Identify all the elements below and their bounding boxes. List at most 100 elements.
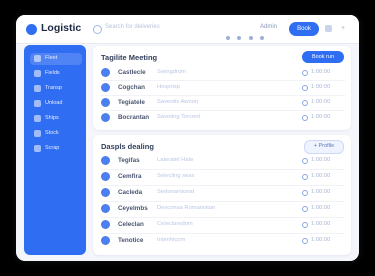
clock-icon — [302, 190, 308, 196]
avatar-icon — [101, 98, 110, 107]
dot-4[interactable] — [260, 36, 265, 40]
row-name: Bocrantan — [118, 114, 150, 121]
clock-icon — [302, 85, 308, 91]
scrap-icon — [34, 145, 41, 152]
sidebar-item-label: Unload — [45, 100, 63, 106]
row-name: Tegifas — [118, 157, 140, 164]
app-window: Logistic Search for deliveries Admin Boo… — [16, 15, 359, 261]
clock-icon — [302, 174, 308, 180]
row-desc: Savoting Torcent — [157, 114, 201, 120]
app-name: Logistic — [41, 22, 82, 34]
dot-3[interactable] — [248, 36, 253, 40]
avatar-icon — [101, 83, 110, 92]
settings-icon[interactable] — [325, 25, 332, 32]
row-desc: Intenhicom — [157, 237, 186, 243]
row-time: 1:00:00 — [311, 99, 331, 105]
clock-icon — [302, 115, 308, 121]
table-row[interactable]: Tegifas Lateratel Hate 1:00:00 — [101, 154, 345, 168]
row-time: 1:00:00 — [311, 189, 331, 195]
search-input[interactable]: Search for deliveries — [105, 24, 160, 30]
clock-icon — [302, 70, 308, 76]
stock-icon — [34, 130, 41, 137]
table-row[interactable]: Cacleda Sedonamional 1:00:00 — [101, 186, 345, 200]
search-icon[interactable] — [93, 25, 102, 34]
row-time: 1:00:00 — [311, 69, 331, 75]
row-name: Cogchan — [118, 84, 145, 91]
clock-icon — [302, 206, 308, 212]
sidebar-item-label: Scrap — [45, 145, 60, 151]
table-row[interactable]: Tenotice Intenhicom 1:00:00 — [101, 234, 345, 248]
row-name: Tegiatele — [118, 99, 145, 106]
sidebar-item-unload[interactable]: Unload — [30, 98, 82, 110]
logo-icon — [26, 24, 37, 35]
transport-icon — [34, 85, 41, 92]
sidebar-item-label: Ships — [45, 115, 59, 121]
avatar-icon — [101, 113, 110, 122]
row-desc: Swingdrum — [157, 69, 186, 75]
table-row[interactable]: Castlecle Swingdrum 1:00:00 — [101, 66, 345, 80]
row-name: Celeclan — [118, 221, 144, 228]
table-row[interactable]: Cogchan Hosprisp 1:00:00 — [101, 81, 345, 95]
book-button[interactable]: Book — [289, 22, 319, 36]
row-name: Cemfira — [118, 173, 142, 180]
sidebar-item-label: Fields — [45, 70, 60, 76]
user-menu[interactable]: Admin — [260, 24, 277, 30]
unload-icon — [34, 100, 41, 107]
avatar-icon — [101, 172, 110, 181]
clock-icon — [302, 238, 308, 244]
table-row[interactable]: Bocrantan Savoting Torcent 1:00:00 — [101, 111, 345, 125]
avatar-icon — [101, 188, 110, 197]
ship-icon — [34, 115, 41, 122]
panel-title: Tagilite Meeting — [101, 53, 158, 62]
avatar-icon — [101, 68, 110, 77]
sidebar-item-label: Transp — [45, 85, 62, 91]
row-name: Cacleda — [118, 189, 143, 196]
row-desc: Desconsa Romanistan — [157, 205, 216, 211]
plus-icon[interactable]: + — [341, 25, 345, 32]
table-row[interactable]: Cemfira Selecling seas 1:00:00 — [101, 170, 345, 184]
table-row[interactable]: Ceyelmbs Desconsa Romanistan 1:00:00 — [101, 202, 345, 216]
row-name: Ceyelmbs — [118, 205, 148, 212]
sidebar-item-stock[interactable]: Stock — [30, 128, 82, 140]
row-time: 1:00:00 — [311, 84, 331, 90]
row-time: 1:00:00 — [311, 157, 331, 163]
avatar-icon — [101, 236, 110, 245]
panel-title: Daspls dealing — [101, 142, 154, 151]
row-time: 1:00:00 — [311, 114, 331, 120]
dot-2[interactable] — [237, 36, 242, 40]
avatar-icon — [101, 156, 110, 165]
row-time: 1:00:00 — [311, 237, 331, 243]
book-run-button[interactable]: Book run — [302, 51, 344, 63]
row-name: Castlecle — [118, 69, 146, 76]
sidebar-item-label: Fleet — [45, 55, 58, 61]
table-row[interactable]: Tegiatele Saveotis Awnon 1:00:00 — [101, 96, 345, 110]
sidebar-item-fields[interactable]: Fields — [30, 68, 82, 80]
clock-icon — [302, 158, 308, 164]
row-name: Tenotice — [118, 237, 144, 244]
sidebar-item-scrap[interactable]: Scrap — [30, 143, 82, 155]
top-bar: Logistic Search for deliveries Admin Boo… — [16, 15, 359, 44]
sidebar-item-label: Stock — [45, 130, 59, 136]
meeting-panel: Tagilite Meeting Book run Castlecle Swin… — [93, 46, 351, 130]
row-desc: Saveotis Awnon — [157, 99, 199, 105]
sidebar-item-ships[interactable]: Ships — [30, 113, 82, 125]
row-desc: Selecling seas — [157, 173, 195, 179]
clock-icon — [302, 100, 308, 106]
sidebar-item-fleet[interactable]: Fleet — [30, 53, 82, 65]
row-time: 1:00:00 — [311, 221, 331, 227]
sidebar: Fleet Fields Transp Unload Ships Stock S… — [24, 45, 86, 255]
row-time: 1:00:00 — [311, 205, 331, 211]
avatar-icon — [101, 204, 110, 213]
table-row[interactable]: Celeclan Celeclaredom 1:00:00 — [101, 218, 345, 232]
row-desc: Celeclaredom — [157, 221, 193, 227]
sidebar-item-transp[interactable]: Transp — [30, 83, 82, 95]
row-desc: Sedonamional — [157, 189, 195, 195]
dealing-panel: Daspls dealing + Profile Tegifas Laterat… — [93, 135, 351, 255]
profile-button[interactable]: + Profile — [304, 140, 344, 154]
row-time: 1:00:00 — [311, 173, 331, 179]
avatar-icon — [101, 220, 110, 229]
row-desc: Hosprisp — [157, 84, 180, 90]
clock-icon — [302, 222, 308, 228]
row-desc: Lateratel Hate — [157, 157, 194, 163]
dot-1[interactable] — [226, 36, 230, 40]
